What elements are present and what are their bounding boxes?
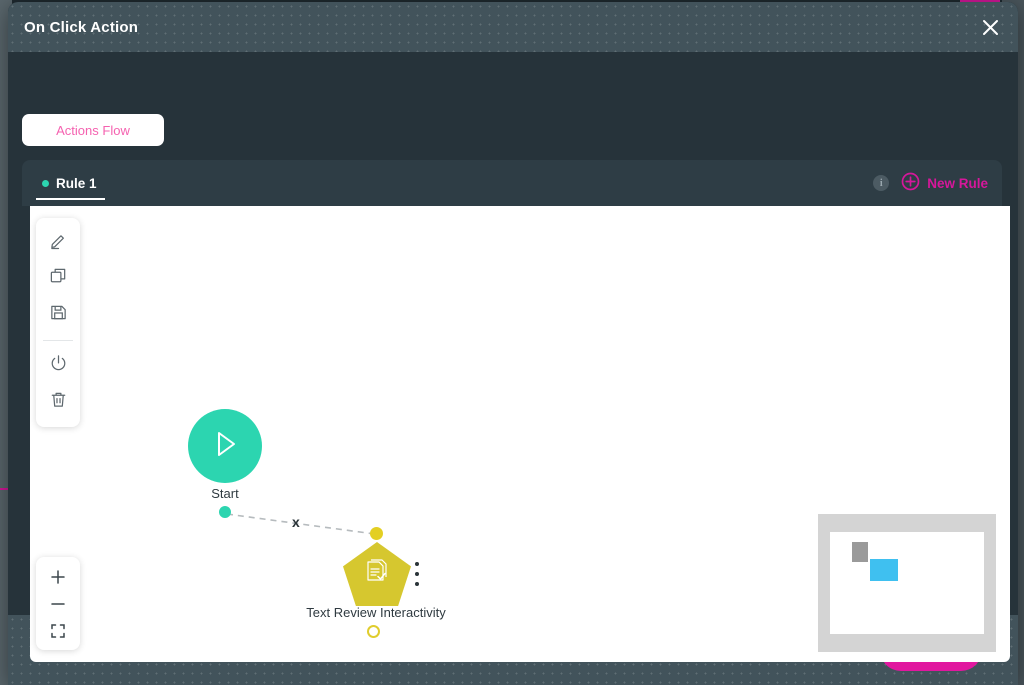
- minimap[interactable]: [818, 514, 996, 652]
- tabbar-actions: i New Rule: [873, 172, 988, 194]
- power-tool-button[interactable]: [41, 349, 75, 383]
- save-tool-button[interactable]: [41, 298, 75, 332]
- text-review-input-port[interactable]: [370, 527, 383, 540]
- flow-canvas[interactable]: x Start Text Review Interactivity: [30, 206, 1010, 662]
- power-icon: [49, 354, 68, 378]
- delete-tool-button[interactable]: [41, 385, 75, 419]
- tab-label: Rule 1: [56, 175, 97, 191]
- connector-delete-marker[interactable]: x: [292, 514, 300, 530]
- info-icon[interactable]: i: [873, 175, 890, 191]
- page-title: On Click Action: [24, 18, 139, 36]
- node-toolbar: [36, 218, 80, 427]
- close-icon[interactable]: [976, 13, 1004, 41]
- text-review-output-port[interactable]: [367, 625, 380, 638]
- zoom-controls: [36, 557, 80, 650]
- new-rule-label: New Rule: [927, 175, 988, 191]
- flow-node-text-review-label: Text Review Interactivity: [306, 605, 446, 620]
- flow-node-start-label: Start: [211, 486, 239, 501]
- fit-to-screen-icon[interactable]: [41, 617, 75, 644]
- flow-node-start[interactable]: [188, 409, 262, 483]
- copy-icon: [49, 267, 68, 291]
- document-review-icon: [361, 556, 393, 593]
- play-icon: [207, 426, 243, 467]
- new-rule-button[interactable]: New Rule: [901, 172, 988, 194]
- trash-icon: [49, 390, 68, 414]
- tab-rule-1[interactable]: Rule 1: [36, 160, 105, 206]
- minimap-viewport[interactable]: [830, 532, 984, 634]
- start-output-port[interactable]: [219, 506, 231, 518]
- on-click-action-modal: On Click Action Actions Flow Rule 1 i Ne…: [8, 2, 1018, 685]
- actions-flow-button[interactable]: Actions Flow: [22, 114, 164, 146]
- pencil-icon: [49, 231, 68, 255]
- zoom-out-button[interactable]: [41, 590, 75, 617]
- minimap-node-grey: [852, 542, 868, 562]
- plus-circle-icon: [901, 172, 920, 194]
- zoom-in-button[interactable]: [41, 563, 75, 590]
- modal-header: On Click Action: [8, 2, 1018, 52]
- minimap-node-blue[interactable]: [870, 559, 898, 581]
- edit-tool-button[interactable]: [41, 226, 75, 260]
- more-vertical-icon[interactable]: [410, 562, 424, 586]
- toolbar-divider: [43, 340, 73, 341]
- rule-status-dot: [42, 179, 49, 187]
- copy-tool-button[interactable]: [41, 262, 75, 296]
- flow-node-text-review[interactable]: [343, 542, 411, 606]
- floppy-disk-icon: [49, 303, 68, 327]
- rule-tabbar: Rule 1 i New Rule: [22, 160, 1002, 206]
- modal-body: Actions Flow Rule 1 i New Rule x Start T…: [8, 52, 1018, 662]
